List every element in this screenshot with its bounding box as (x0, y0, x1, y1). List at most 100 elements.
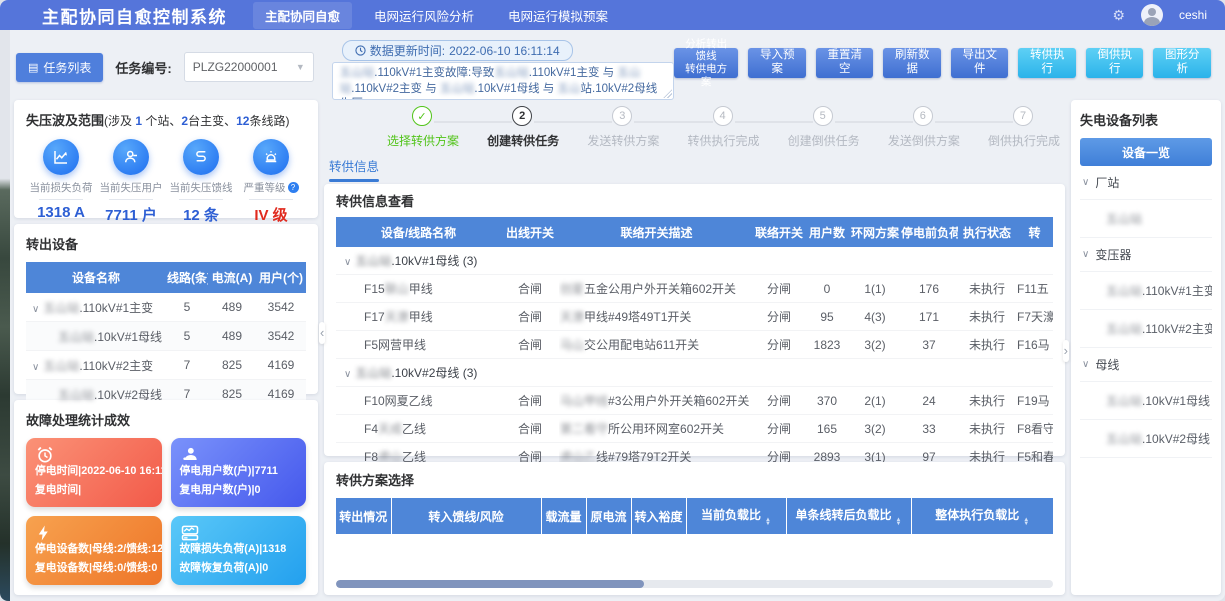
plan-select-title: 转供方案选择 (336, 470, 1053, 489)
impact-subtitle-part: 个站、 (142, 114, 181, 128)
severity-value: IV 级 (236, 204, 306, 225)
step-5[interactable]: 5创建倒供任务 (813, 106, 835, 126)
gear-icon[interactable]: ⚙ (1112, 7, 1125, 24)
table-row[interactable]: ∨五山站.110kV#1主变54893542 (26, 293, 306, 322)
impact-subtitle-part: 条线路) (249, 114, 289, 128)
table-row[interactable]: F5网营甲线合闸马山交公用配电站611开关分闸18233(2)37未执行F16马 (336, 331, 1053, 359)
task-list-button[interactable]: ▤ 任务列表 (16, 53, 103, 82)
column-header[interactable]: 整体执行负载比▲▼ (911, 498, 1053, 534)
column-header: 设备名称 (26, 262, 166, 293)
tab-transfer-info[interactable]: 转供信息 (326, 156, 382, 182)
users-cell: 165 (804, 415, 850, 443)
tree-device-item[interactable]: 五山站.110kV#2主变 (1080, 310, 1212, 348)
pre-outage-load-cell: 33 (900, 415, 958, 443)
expand-caret-icon[interactable]: ∨ (1082, 359, 1089, 370)
column-header[interactable]: 单条线转后负载比▲▼ (786, 498, 911, 534)
step-connector (735, 121, 813, 123)
toolbar-button[interactable]: 倒供执行 (1086, 48, 1144, 78)
step-connector (835, 121, 913, 123)
impact-subtitle-part: (涉及 (104, 114, 135, 128)
collapse-right-chevron[interactable]: › (1063, 340, 1069, 362)
stat-loss-load: 当前损失负荷 1318 A (26, 139, 96, 225)
card-line: 故障恢复负荷(A)|0 (180, 559, 298, 578)
group-row[interactable]: ∨五山站.10kV#2母线 (3) (336, 359, 1053, 387)
nav-item[interactable]: 电网运行模拟预案 (496, 2, 620, 29)
expand-caret-icon[interactable]: ∨ (344, 257, 351, 268)
toolbar-button[interactable]: 图形分析 (1153, 48, 1211, 78)
tree-device-item[interactable]: 五山站 (1080, 200, 1212, 238)
expand-caret-icon[interactable]: ∨ (32, 304, 39, 315)
tree-device-item[interactable]: 五山站.10kV#2母线 (1080, 420, 1212, 458)
avatar[interactable] (1141, 4, 1163, 26)
transfer-target-cell: F7天濠 (1016, 303, 1053, 331)
expand-caret-icon[interactable]: ∨ (32, 362, 39, 373)
exec-status-cell: 未执行 (958, 387, 1016, 415)
tie-switch-cell: 分闸 (754, 303, 804, 331)
toolbar-button[interactable]: 导入预案 (748, 48, 806, 78)
loop-plan-cell: 3(2) (850, 415, 900, 443)
tree-group-row[interactable]: ∨ 母线 (1080, 348, 1212, 382)
right-column: 失电设备列表 设备一览 ∨厂站五山站∨变压器五山站.110kV#1主变五山站.1… (1071, 100, 1221, 595)
pre-outage-load-cell: 171 (900, 303, 958, 331)
nav-item[interactable]: 主配协同自愈 (253, 2, 352, 29)
loop-plan-cell: 4(3) (850, 303, 900, 331)
step-2[interactable]: 2创建转供任务 (512, 106, 534, 126)
step-circle: 6 (913, 106, 933, 126)
step-3[interactable]: 3发送转供方案 (612, 106, 634, 126)
lost-feeders-icon (183, 139, 219, 175)
table-row[interactable]: F17天潦甲线合闸天潦甲线#49塔49T1开关分闸954(3)171未执行F7天… (336, 303, 1053, 331)
tie-switch-desc-cell: 马山甲线#3公用户外开关箱602开关 (559, 387, 754, 415)
exec-status-cell: 未执行 (958, 331, 1016, 359)
step-label: 转供执行完成 (688, 132, 760, 149)
step-7[interactable]: 7倒供执行完成 (1013, 106, 1035, 126)
step-6[interactable]: 6发送倒供方案 (913, 106, 935, 126)
sort-icon[interactable]: ▲▼ (896, 519, 902, 526)
tree-device-item[interactable]: 五山站.10kV#1母线 (1080, 382, 1212, 420)
toolbar-button[interactable]: 导出文件 (951, 48, 1009, 78)
expand-caret-icon[interactable]: ∨ (344, 369, 351, 380)
tree-device-item[interactable]: 五山站.110kV#1主变 (1080, 272, 1212, 310)
column-header: 转入馈线/风险 (391, 498, 541, 534)
nav-item[interactable]: 电网运行风险分析 (362, 2, 486, 29)
sort-icon[interactable]: ▲▼ (765, 519, 771, 526)
help-icon[interactable]: ? (288, 182, 299, 193)
toolbar-button[interactable]: 刷新数据 (883, 48, 941, 78)
step-label: 创建倒供任务 (788, 132, 860, 149)
plan-table-hscrollbar[interactable] (336, 580, 1053, 588)
out-switch-cell: 合闸 (501, 415, 559, 443)
step-1[interactable]: ✓选择转供方案 (412, 106, 434, 126)
toolbar-button[interactable]: 重置清空 (816, 48, 874, 78)
table-row[interactable]: ∨五山站.110kV#2主变78254169 (26, 351, 306, 380)
table-row[interactable]: F15联山甲线合闸创星五金公用户外开关箱602开关分闸01(1)176未执行F1… (336, 275, 1053, 303)
expand-caret-icon[interactable]: ∨ (1082, 249, 1089, 260)
stat-value: 12 条 (166, 204, 236, 225)
group-row[interactable]: ∨五山站.10kV#1母线 (3) (336, 247, 1053, 275)
table-row[interactable]: F10网夏乙线合闸马山甲线#3公用户外开关箱602开关分闸3702(1)24未执… (336, 387, 1053, 415)
step-circle: ✓ (412, 106, 432, 126)
line-name-cell: F10网夏乙线 (336, 387, 501, 415)
tree-group-label: 母线 (1095, 356, 1119, 373)
task-number-select[interactable]: PLZG22000001 ▼ (184, 52, 314, 82)
lines-cell: 5 (166, 293, 208, 322)
card-line: 复电设备数|母线:0/馈线:0 (35, 559, 153, 578)
tree-group-row[interactable]: ∨变压器 (1080, 238, 1212, 272)
sort-icon[interactable]: ▲▼ (1023, 519, 1029, 526)
loop-plan-cell: 2(1) (850, 387, 900, 415)
current-cell: 825 (208, 351, 256, 380)
update-time-label: 数据更新时间: (370, 42, 445, 59)
column-header: 线路(条) (166, 262, 208, 293)
users-cell: 95 (804, 303, 850, 331)
column-header[interactable]: 当前负载比▲▼ (686, 498, 786, 534)
table-row[interactable]: 五山站.10kV#1母线54893542 (26, 322, 306, 351)
toolbar-middle: 数据更新时间:2022-06-10 16:11:14 五山站.110kV#1主变… (332, 40, 674, 100)
collapse-left-chevron[interactable]: ‹ (319, 322, 325, 344)
tab-underline (329, 179, 379, 182)
table-row[interactable]: F4天成乙线合闸第二看守所公用环网室602开关分闸1653(2)33未执行F8看… (336, 415, 1053, 443)
step-4[interactable]: 4转供执行完成 (713, 106, 735, 126)
expand-caret-icon[interactable]: ∨ (1082, 177, 1089, 188)
tree-group-row[interactable]: ∨厂站 (1080, 166, 1212, 200)
toolbar-button[interactable]: 分析转出馈线 转供电方案 (674, 48, 739, 78)
transfer-out-title: 转出设备 (26, 234, 306, 253)
toolbar-button[interactable]: 转供执行 (1018, 48, 1076, 78)
users-cell: 1823 (804, 331, 850, 359)
